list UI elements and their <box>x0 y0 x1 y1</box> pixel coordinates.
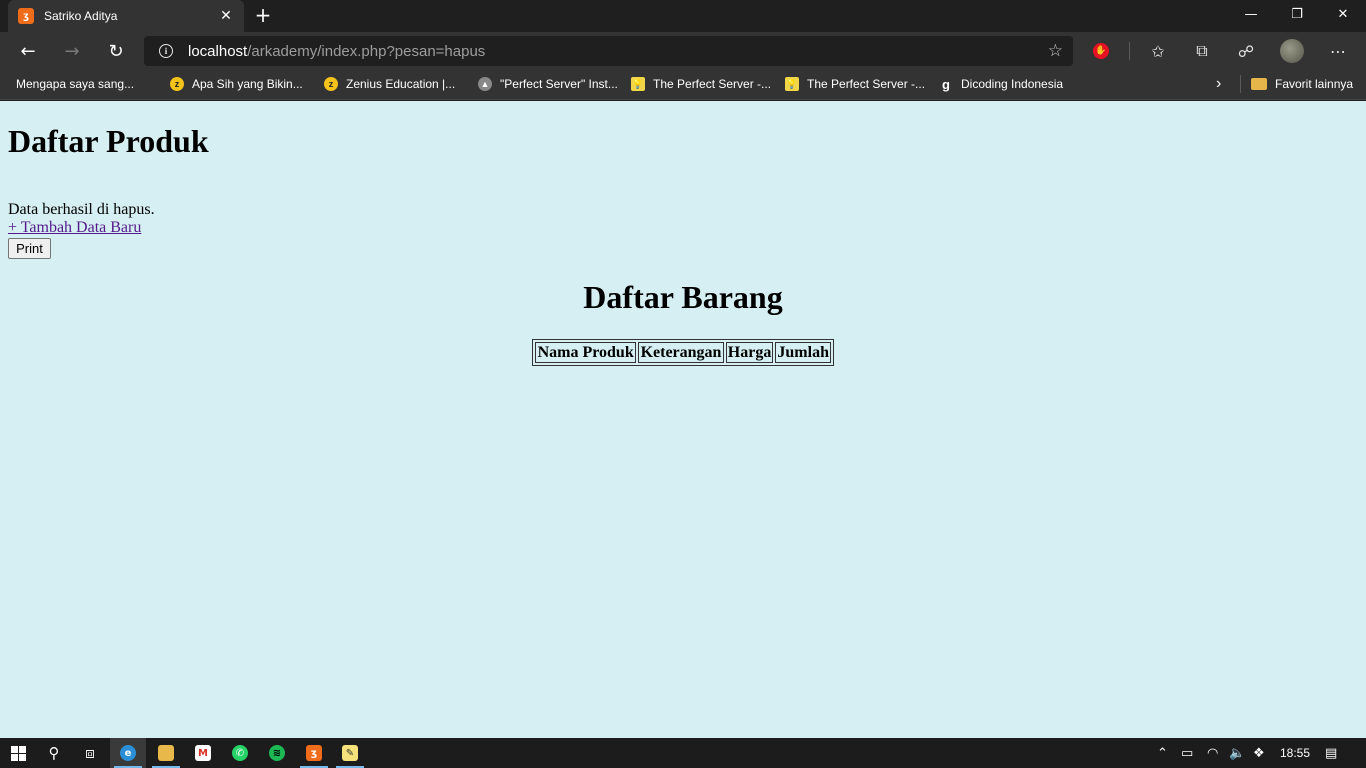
server-icon: ▲ <box>478 77 492 91</box>
column-header-jumlah: Jumlah <box>775 342 831 363</box>
column-header-harga: Harga <box>725 342 774 363</box>
more-menu-icon[interactable]: ⋯ <box>1326 39 1350 63</box>
back-button[interactable]: ← <box>13 36 43 66</box>
table-title: Daftar Barang <box>583 279 783 315</box>
url-path: /arkademy/index.php?pesan=hapus <box>247 42 486 60</box>
bulb-icon: 💡 <box>631 77 645 91</box>
forward-button[interactable]: → <box>57 36 87 66</box>
profile-avatar[interactable] <box>1280 39 1304 63</box>
close-window-button[interactable]: ✕ <box>1320 0 1366 28</box>
bookmark-item[interactable]: ▲ "Perfect Server" Inst... <box>478 70 618 98</box>
show-hidden-icons-button[interactable]: ⌃ <box>1157 738 1168 768</box>
bookmark-item[interactable]: g Dicoding Indonesia <box>939 70 1063 98</box>
bookmark-item[interactable]: 💡 The Perfect Server -... <box>631 70 771 98</box>
taskbar-gmail[interactable]: M <box>185 738 221 768</box>
bookmark-label: Dicoding Indonesia <box>961 77 1064 91</box>
tab-title: Satriko Aditya <box>44 9 118 23</box>
tab-close-icon[interactable]: ✕ <box>218 8 234 24</box>
whatsapp-icon: ✆ <box>232 745 248 761</box>
browser-toolbar: ← → ↻ i localhost/arkademy/index.php?pes… <box>0 32 1366 70</box>
url-text[interactable]: localhost/arkademy/index.php?pesan=hapus <box>188 43 1048 60</box>
new-tab-button[interactable]: + <box>252 3 274 27</box>
zenius-icon: z <box>324 77 338 91</box>
bookmarks-overflow-button[interactable]: › <box>1216 70 1221 98</box>
title-bar: ʒ Satriko Aditya ✕ + — ❐ ✕ <box>0 0 1366 32</box>
chevron-up-icon: ⌃ <box>1157 745 1168 761</box>
zenius-icon: z <box>170 77 184 91</box>
column-header-keterangan: Keterangan <box>638 342 724 363</box>
feedback-icon[interactable]: ☍ <box>1234 39 1258 63</box>
print-button[interactable]: Print <box>8 238 51 259</box>
bookmark-label: Apa Sih yang Bikin... <box>192 77 303 91</box>
toolbar-divider <box>1129 42 1130 60</box>
taskbar-xampp[interactable]: ʒ <box>296 738 332 768</box>
taskbar-spotify[interactable]: ≋ <box>259 738 295 768</box>
bookmark-label: Zenius Education |... <box>346 77 456 91</box>
page-title: Daftar Produk <box>8 123 209 159</box>
clock[interactable]: 18:55 <box>1280 738 1310 768</box>
wifi-icon[interactable]: ◠ <box>1207 738 1218 768</box>
refresh-icon: ↻ <box>108 40 124 62</box>
folder-icon <box>158 745 174 761</box>
start-button[interactable] <box>0 738 36 768</box>
search-icon: ⚲ <box>48 744 60 762</box>
arrow-left-icon: ← <box>20 40 36 62</box>
spotify-icon: ≋ <box>269 745 285 761</box>
bookmark-label: The Perfect Server -... <box>653 77 772 91</box>
task-view-icon: ⧈ <box>85 744 95 762</box>
search-button[interactable]: ⚲ <box>36 738 72 768</box>
bookmark-label: Mengapa saya sang... <box>16 77 135 91</box>
page-content: Daftar Produk Data berhasil di hapus. + … <box>0 101 1366 738</box>
minimize-button[interactable]: — <box>1228 0 1274 28</box>
gmail-icon: M <box>195 745 211 761</box>
bookmarks-bar: Mengapa saya sang... z Apa Sih yang Biki… <box>0 70 1366 185</box>
add-favorite-star-icon[interactable]: ☆ <box>1048 41 1063 61</box>
windows-logo-icon <box>10 745 26 761</box>
refresh-button[interactable]: ↻ <box>101 36 131 66</box>
column-header-nama-produk: Nama Produk <box>535 342 637 363</box>
dropbox-icon[interactable]: ❖ <box>1253 738 1265 768</box>
windows-taskbar: ⚲ ⧈ e M ✆ ≋ ʒ ✎ ⌃ ▭ ◠ 🔈 ❖ 18:55 ▤ <box>0 738 1366 768</box>
favorites-icon[interactable]: ✩ <box>1146 39 1170 63</box>
xampp-favicon-icon: ʒ <box>18 8 34 24</box>
collections-icon[interactable]: ⧉ <box>1190 39 1214 63</box>
restore-button[interactable]: ❐ <box>1274 0 1320 28</box>
other-favorites-button[interactable]: Favorit lainnya <box>1251 70 1353 98</box>
bookmark-label: The Perfect Server -... <box>807 77 926 91</box>
dicoding-icon: g <box>942 76 950 92</box>
bookmark-item[interactable]: Mengapa saya sang... <box>16 70 135 185</box>
other-favorites-label: Favorit lainnya <box>1275 77 1354 91</box>
notepad-icon: ✎ <box>342 745 358 761</box>
bookmark-item[interactable]: z Apa Sih yang Bikin... <box>170 70 303 98</box>
bulb-icon: 💡 <box>785 77 799 91</box>
status-message: Data berhasil di hapus. <box>8 201 155 218</box>
info-icon[interactable]: i <box>159 44 173 58</box>
arrow-right-icon: → <box>64 40 80 62</box>
notifications-icon[interactable]: ▤ <box>1325 738 1337 768</box>
edge-icon: e <box>120 745 136 761</box>
product-table: Nama Produk Keterangan Harga Jumlah <box>532 339 834 366</box>
url-host: localhost <box>188 42 248 60</box>
folder-icon <box>1251 78 1267 90</box>
volume-icon[interactable]: 🔈 <box>1229 738 1245 768</box>
taskbar-file-explorer[interactable] <box>148 738 184 768</box>
taskbar-whatsapp[interactable]: ✆ <box>222 738 258 768</box>
browser-tab[interactable]: ʒ Satriko Aditya ✕ <box>8 0 244 32</box>
bookmark-label: "Perfect Server" Inst... <box>500 77 618 91</box>
task-view-button[interactable]: ⧈ <box>72 738 108 768</box>
add-new-data-link[interactable]: + Tambah Data Baru <box>8 219 141 237</box>
bookmark-item[interactable]: z Zenius Education |... <box>324 70 455 98</box>
battery-icon[interactable]: ▭ <box>1181 738 1193 768</box>
bookmark-item[interactable]: 💡 The Perfect Server -... <box>785 70 925 98</box>
bookmarks-divider <box>1240 75 1241 93</box>
address-bar[interactable]: i localhost/arkademy/index.php?pesan=hap… <box>144 36 1073 66</box>
taskbar-edge[interactable]: e <box>110 738 146 768</box>
taskbar-notepad[interactable]: ✎ <box>332 738 368 768</box>
adblock-extension-icon[interactable]: ✋ <box>1089 39 1113 63</box>
xampp-icon: ʒ <box>306 745 322 761</box>
